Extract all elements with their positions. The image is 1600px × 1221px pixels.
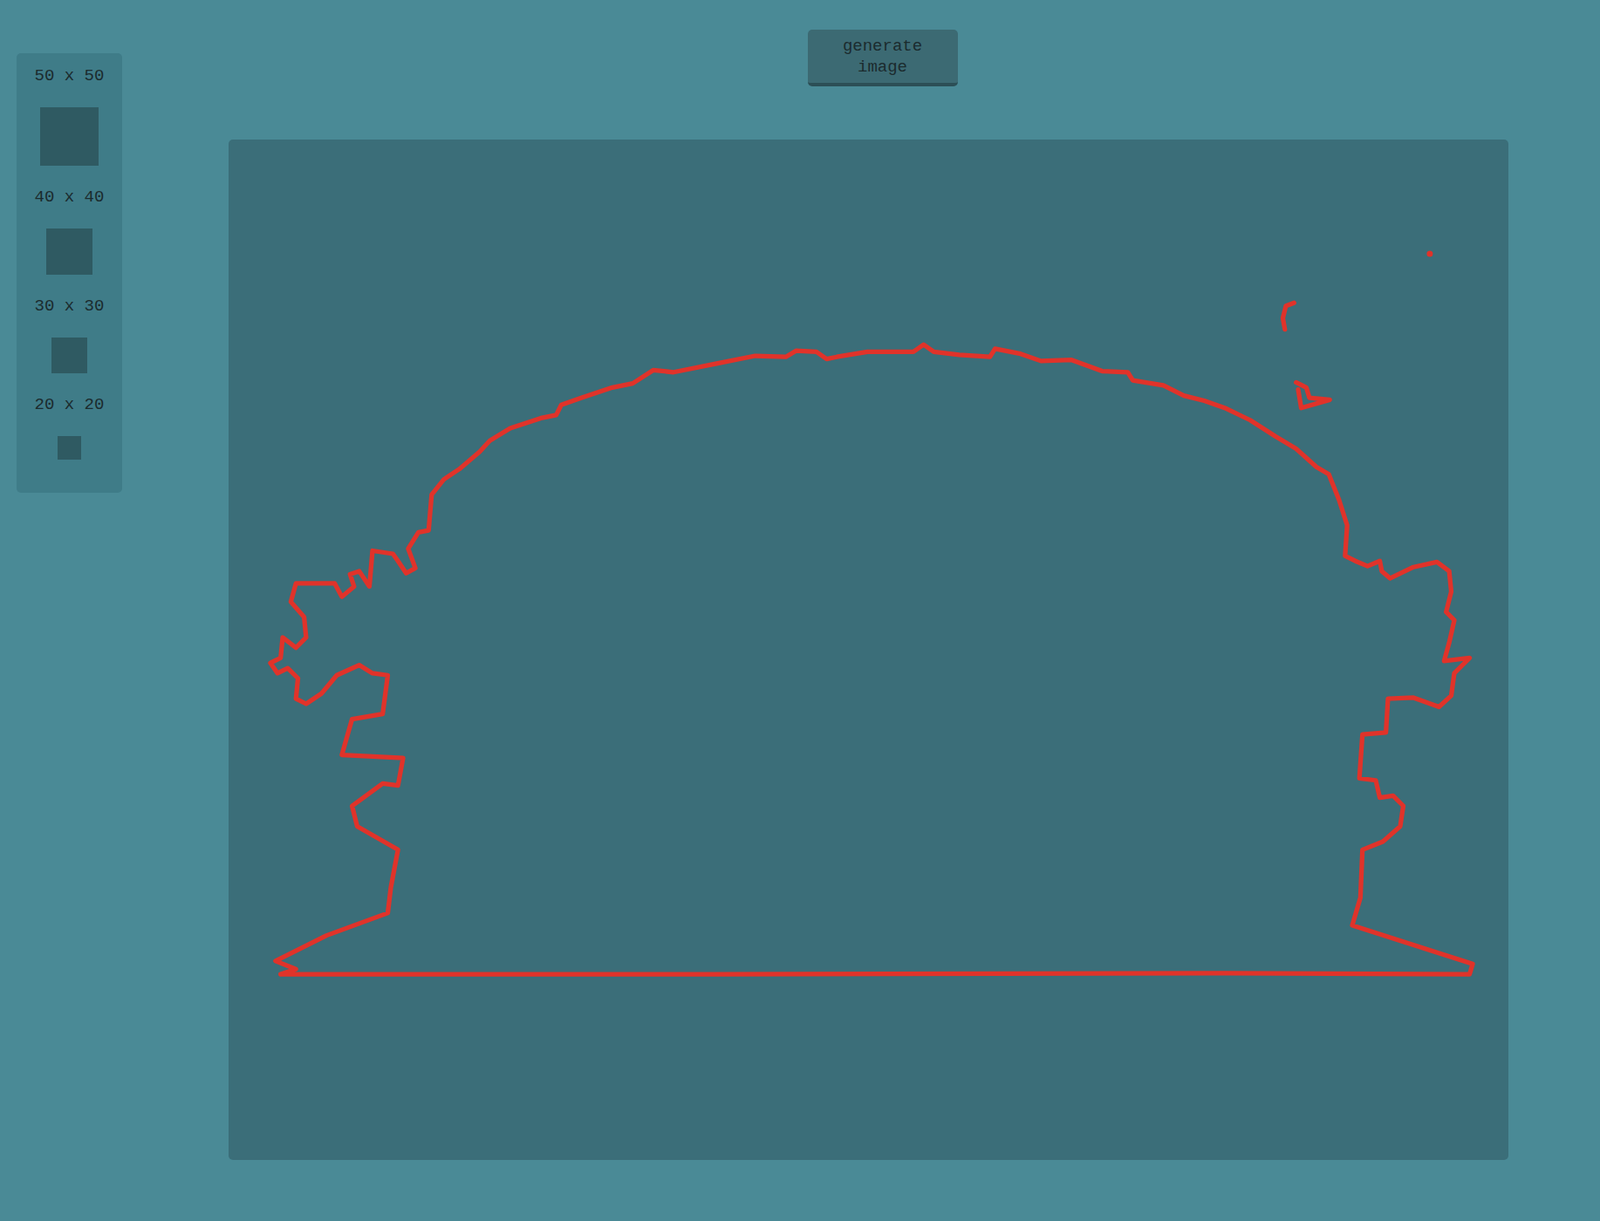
brush-size-option[interactable]: 40 x 40 (34, 186, 105, 275)
generate-image-button[interactable]: generate image (807, 29, 958, 87)
brush-size-label: 50 x 50 (34, 65, 105, 87)
brush-size-option[interactable]: 50 x 50 (34, 65, 105, 166)
drawing-layer[interactable] (228, 139, 1509, 1161)
main-area: generate image (228, 0, 1509, 1161)
brush-size-swatch[interactable] (40, 107, 99, 166)
page: 50 x 50 40 x 40 30 x 30 20 x 20 generate… (0, 0, 1600, 1221)
brush-size-option[interactable]: 30 x 30 (34, 295, 105, 374)
drawing-canvas[interactable] (228, 139, 1509, 1161)
stroke (1296, 382, 1331, 408)
stroke (270, 344, 1473, 975)
brush-size-swatch[interactable] (57, 436, 82, 460)
brush-size-swatch[interactable] (51, 337, 88, 374)
brush-size-label: 20 x 20 (34, 394, 105, 416)
brush-size-panel: 50 x 50 40 x 40 30 x 30 20 x 20 (16, 53, 123, 493)
brush-size-option[interactable]: 20 x 20 (34, 394, 105, 460)
brush-size-swatch[interactable] (46, 228, 93, 275)
stroke (1282, 302, 1294, 329)
stroke-dot (1426, 251, 1433, 258)
brush-size-label: 40 x 40 (34, 186, 105, 208)
brush-size-label: 30 x 30 (34, 295, 105, 317)
